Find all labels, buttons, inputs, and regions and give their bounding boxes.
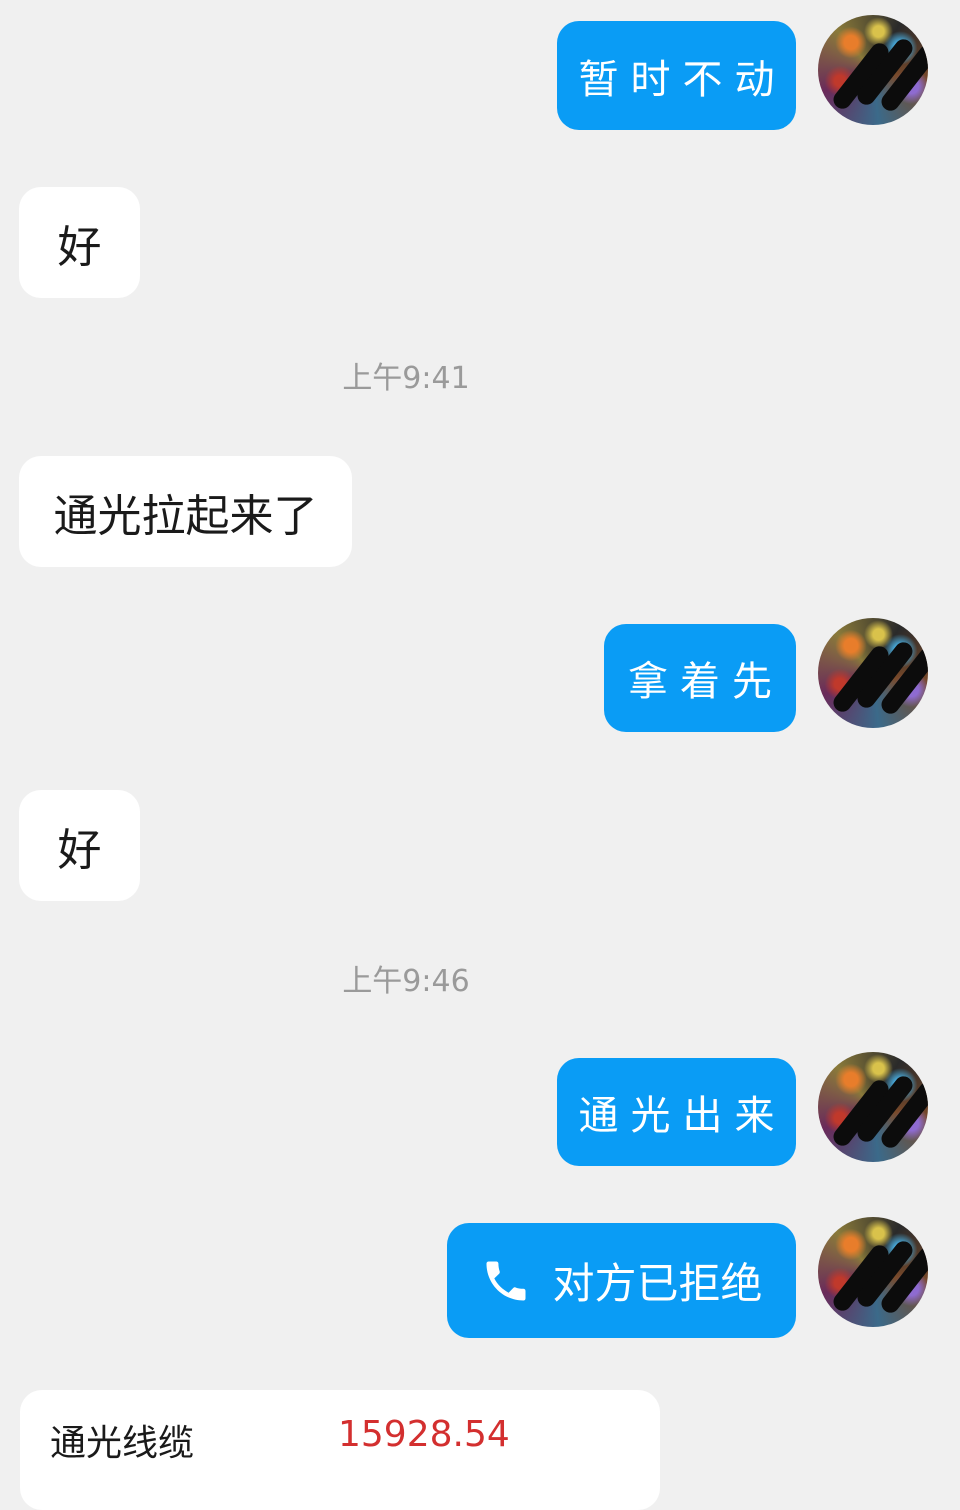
message-text: 通光拉起来了: [53, 490, 318, 542]
incoming-message[interactable]: 好: [19, 187, 140, 298]
outgoing-message[interactable]: 拿着先: [604, 624, 796, 732]
user-avatar[interactable]: [818, 15, 928, 125]
incoming-message[interactable]: 通光拉起来了: [19, 456, 352, 567]
message-text: 拿着先: [628, 659, 784, 705]
incoming-message[interactable]: 好: [19, 790, 140, 901]
outgoing-message[interactable]: 暂时不动: [557, 21, 796, 130]
stock-name: 通光线缆: [50, 1423, 195, 1464]
message-text: 通光出来: [578, 1093, 787, 1139]
stock-card[interactable]: 通光线缆 15928.54: [20, 1390, 660, 1510]
outgoing-message[interactable]: 通光出来: [557, 1058, 796, 1166]
message-timestamp: 上午9:46: [342, 964, 470, 999]
user-avatar[interactable]: [818, 1217, 928, 1327]
message-text: 暂时不动: [578, 56, 787, 103]
user-avatar[interactable]: [818, 1052, 928, 1162]
message-timestamp: 上午9:41: [342, 361, 470, 396]
call-status-text: 对方已拒绝: [552, 1259, 763, 1308]
stock-value: 15928.54: [338, 1414, 510, 1455]
message-text: 好: [57, 221, 102, 273]
phone-icon: [486, 1261, 526, 1300]
call-declined-message[interactable]: 对方已拒绝: [447, 1223, 796, 1338]
user-avatar[interactable]: [818, 618, 928, 728]
message-text: 好: [57, 824, 102, 876]
